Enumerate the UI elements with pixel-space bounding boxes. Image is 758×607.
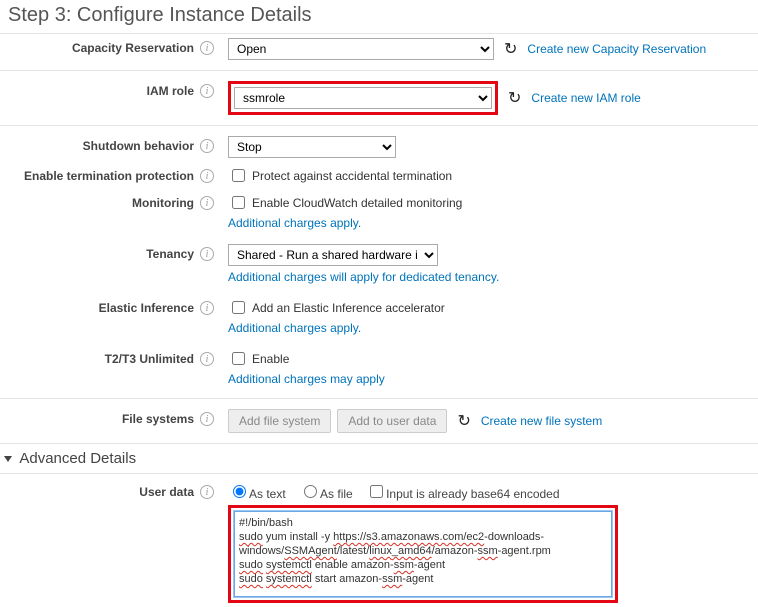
as-file-label: As file xyxy=(320,487,353,501)
userdata-radio-row: As text As file Input is already base64 … xyxy=(228,482,618,501)
row-elastic-inference: Elastic Inference i Add an Elastic Infer… xyxy=(0,294,758,339)
termination-checkbox[interactable] xyxy=(232,169,245,182)
monitoring-checkbox[interactable] xyxy=(232,196,245,209)
iam-highlight-box: ssmrole xyxy=(228,81,498,115)
info-icon[interactable]: i xyxy=(200,84,214,98)
base64-checkbox[interactable] xyxy=(370,485,383,498)
add-to-user-data-button: Add to user data xyxy=(337,409,447,433)
row-shutdown: Shutdown behavior i Stop xyxy=(0,132,758,162)
label-tenancy: Tenancy xyxy=(0,244,200,261)
create-capacity-link[interactable]: Create new Capacity Reservation xyxy=(527,42,706,56)
elastic-charges-link[interactable]: Additional charges apply. xyxy=(228,321,445,335)
row-iam-role: IAM role i ssmrole ↻ Create new IAM role xyxy=(0,77,758,119)
tenancy-charges-link[interactable]: Additional charges will apply for dedica… xyxy=(228,270,499,284)
page-title: Step 3: Configure Instance Details xyxy=(0,0,758,34)
row-user-data: User data i As text As file Input is alr… xyxy=(0,478,758,607)
elastic-checkbox[interactable] xyxy=(232,301,245,314)
label-filesys: File systems xyxy=(0,409,200,426)
as-text-label: As text xyxy=(249,487,286,501)
row-termination: Enable termination protection i Protect … xyxy=(0,162,758,189)
unlimited-charges-link[interactable]: Additional charges may apply xyxy=(228,372,385,386)
iam-role-select[interactable]: ssmrole xyxy=(234,87,492,109)
label-monitoring: Monitoring xyxy=(0,193,200,210)
advanced-details-label: Advanced Details xyxy=(19,450,136,467)
label-capacity: Capacity Reservation xyxy=(0,38,200,55)
base64-label: Input is already base64 encoded xyxy=(386,487,559,501)
label-elastic: Elastic Inference xyxy=(0,298,200,315)
info-icon[interactable]: i xyxy=(200,139,214,153)
userdata-highlight-box: #!/bin/bash sudo yum install -y https://… xyxy=(228,505,618,603)
info-icon[interactable]: i xyxy=(200,169,214,183)
info-icon[interactable]: i xyxy=(200,352,214,366)
info-icon[interactable]: i xyxy=(200,485,214,499)
shutdown-select[interactable]: Stop xyxy=(228,136,396,158)
info-icon[interactable]: i xyxy=(200,247,214,261)
refresh-icon[interactable]: ↻ xyxy=(453,411,474,431)
row-tenancy: Tenancy i Shared - Run a shared hardware… xyxy=(0,240,758,288)
userdata-textarea[interactable]: #!/bin/bash sudo yum install -y https://… xyxy=(234,511,612,597)
row-capacity-reservation: Capacity Reservation i Open ↻ Create new… xyxy=(0,34,758,64)
label-iam: IAM role xyxy=(0,81,200,98)
monitoring-checkbox-label: Enable CloudWatch detailed monitoring xyxy=(252,196,462,210)
refresh-icon[interactable]: ↻ xyxy=(500,39,521,59)
info-icon[interactable]: i xyxy=(200,196,214,210)
caret-down-icon xyxy=(4,456,12,462)
create-iam-link[interactable]: Create new IAM role xyxy=(531,91,640,105)
label-userdata: User data xyxy=(0,482,200,499)
row-monitoring: Monitoring i Enable CloudWatch detailed … xyxy=(0,189,758,234)
info-icon[interactable]: i xyxy=(200,412,214,426)
unlimited-checkbox-label: Enable xyxy=(252,352,289,366)
info-icon[interactable]: i xyxy=(200,301,214,315)
refresh-icon[interactable]: ↻ xyxy=(504,88,525,108)
capacity-select[interactable]: Open xyxy=(228,38,494,60)
label-shutdown: Shutdown behavior xyxy=(0,136,200,153)
tenancy-select[interactable]: Shared - Run a shared hardware instance xyxy=(228,244,438,266)
termination-checkbox-label: Protect against accidental termination xyxy=(252,169,452,183)
row-file-systems: File systems i Add file system Add to us… xyxy=(0,405,758,437)
add-file-system-button: Add file system xyxy=(228,409,331,433)
info-icon[interactable]: i xyxy=(200,41,214,55)
label-unlimited: T2/T3 Unlimited xyxy=(0,349,200,366)
create-filesystem-link[interactable]: Create new file system xyxy=(481,414,602,428)
row-unlimited: T2/T3 Unlimited i Enable Additional char… xyxy=(0,345,758,390)
elastic-checkbox-label: Add an Elastic Inference accelerator xyxy=(252,301,445,315)
as-file-radio[interactable] xyxy=(304,485,317,498)
label-termination: Enable termination protection xyxy=(0,166,200,183)
advanced-details-header[interactable]: Advanced Details xyxy=(0,443,758,474)
unlimited-checkbox[interactable] xyxy=(232,352,245,365)
monitoring-charges-link[interactable]: Additional charges apply. xyxy=(228,216,462,230)
as-text-radio[interactable] xyxy=(233,485,246,498)
